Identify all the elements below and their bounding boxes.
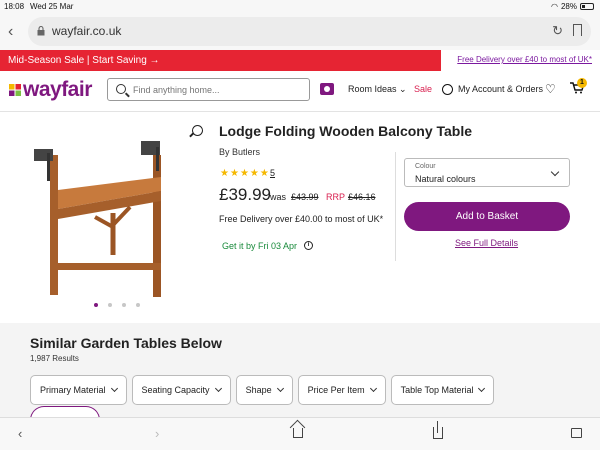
star-icon: ★ [220,168,229,179]
filter-table-top-material[interactable]: Table Top Material [390,375,495,405]
battery-icon [580,3,594,10]
colour-value: Natural colours [415,174,476,184]
zoom-icon[interactable] [192,125,203,136]
wayfair-logo[interactable]: wayfair [23,78,92,102]
rating-stars[interactable]: ★ ★ ★ ★ ★ [220,168,269,179]
free-delivery-link[interactable]: Free Delivery over £40 to most of UK* [457,55,592,64]
account-icon [442,83,453,95]
rrp-price: £46.16 [348,192,376,202]
chevron-down-icon [550,167,560,177]
site-header: wayfair Room Ideas ⌄ Sale My Account & O… [0,71,600,111]
review-count-link[interactable]: 5 [270,168,275,178]
filter-shape[interactable]: Shape [235,375,293,405]
heart-icon[interactable]: ♡ [545,82,556,96]
image-dot-1[interactable] [94,303,98,307]
was-label: was [270,192,287,202]
status-bar: 18:08 Wed 25 Mar ◠ 28% [0,0,600,14]
header-divider [0,111,600,112]
star-icon: ★ [249,168,259,179]
add-to-basket-button[interactable]: Add to Basket [404,202,570,231]
results-count: 1,987 Results [30,354,79,363]
star-icon: ★ [229,168,239,179]
sale-link[interactable]: Sale [414,84,432,94]
status-right: ◠ 28% [551,2,594,11]
chevron-down-icon [276,384,284,393]
account-link[interactable]: My Account & Orders [442,81,543,97]
product-image[interactable] [25,135,179,301]
current-price: £39.99 [219,185,271,204]
info-icon[interactable]: i [304,241,313,250]
star-icon: ★ [239,168,249,179]
back-icon[interactable]: ‹ [18,426,22,441]
product-brand[interactable]: By Butlers [219,147,260,157]
search-input[interactable] [133,83,303,97]
home-icon[interactable] [293,428,303,438]
search-icon [116,84,126,94]
colour-select[interactable]: Colour Natural colours [404,158,570,187]
filter-price-per-item[interactable]: Price Per Item [297,375,386,405]
room-ideas-menu[interactable]: Room Ideas ⌄ [348,84,407,95]
reload-icon[interactable]: ↻ [552,23,563,39]
similar-title: Similar Garden Tables Below [30,335,222,351]
share-icon[interactable] [433,421,443,439]
browser-bottom-toolbar: ‹ › [0,417,600,450]
was-price: £43.99 [291,192,319,202]
delivery-estimate: Get it by Fri 03 Apr [222,241,298,251]
account-label: My Account & Orders [458,84,544,94]
promo-bar: Mid-Season Sale | Start Saving → Free De… [0,50,600,71]
see-full-details-link[interactable]: See Full Details [455,238,518,248]
filter-primary-material[interactable]: Primary Material [30,375,127,405]
tabs-icon[interactable] [571,428,582,438]
image-dot-3[interactable] [122,303,126,307]
chevron-down-icon [110,384,118,393]
details-divider [395,152,396,261]
filter-bar: Primary Material Seating Capacity Shape … [30,375,495,405]
image-dot-2[interactable] [108,303,112,307]
battery-percent: 28% [560,2,577,11]
camera-icon[interactable] [320,83,334,95]
delivery-info: Free Delivery over £40.00 to most of UK* [219,214,384,224]
chevron-down-icon [214,384,222,393]
status-time: 18:08 [4,2,25,11]
browser-back-button[interactable]: ‹ [8,23,13,41]
address-bar[interactable]: wayfair.co.uk ↻ [28,17,591,46]
filter-seating-capacity[interactable]: Seating Capacity [131,375,231,405]
image-dot-4[interactable] [136,303,140,307]
chevron-down-icon [369,384,377,393]
browser-toolbar: ‹ wayfair.co.uk ↻ [0,14,600,50]
status-date: Wed 25 Mar [30,2,74,11]
sale-banner[interactable]: Mid-Season Sale | Start Saving → [0,50,441,71]
wifi-icon: ◠ [551,2,558,11]
product-title: Lodge Folding Wooden Balcony Table [219,123,473,139]
url-text: wayfair.co.uk [52,24,122,38]
colour-label: Colour [415,163,436,170]
lock-icon [37,26,45,36]
bookmark-icon[interactable] [573,24,582,36]
image-pagination[interactable] [94,303,140,307]
star-icon: ★ [259,168,269,179]
forward-icon[interactable]: › [155,426,159,441]
cart-badge: 1 [577,78,587,88]
logo-mark-icon[interactable] [9,84,21,96]
rrp-label: RRP [326,192,346,202]
chevron-down-icon [478,384,486,393]
search-box[interactable] [107,78,310,101]
